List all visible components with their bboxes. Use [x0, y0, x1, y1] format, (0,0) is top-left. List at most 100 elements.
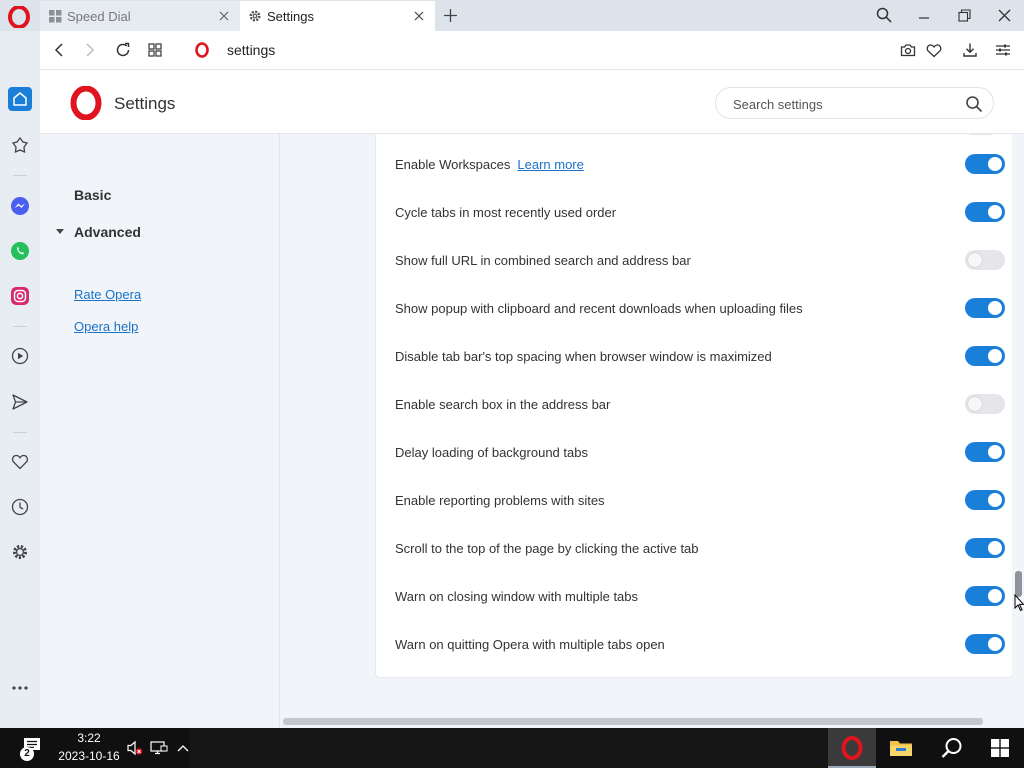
sidebar-separator — [13, 432, 27, 433]
setting-toggle[interactable] — [965, 490, 1005, 510]
plus-icon — [443, 8, 457, 22]
setting-toggle[interactable] — [965, 346, 1005, 366]
network-icon — [150, 741, 168, 755]
clock-time[interactable]: 3:22 — [60, 731, 118, 745]
taskbar-file-explorer-button[interactable] — [887, 734, 915, 762]
tab-search-button[interactable] — [870, 3, 898, 27]
setting-label-text: Show popup with clipboard and recent dow… — [395, 301, 803, 316]
tab-title: Speed Dial — [67, 8, 131, 24]
opera-logo-icon — [8, 5, 30, 29]
chevron-right-icon — [86, 43, 95, 57]
setting-toggle[interactable] — [965, 442, 1005, 462]
setting-toggle[interactable] — [965, 586, 1005, 606]
clock-icon — [11, 498, 29, 516]
search-icon[interactable] — [965, 95, 983, 113]
setting-label: Show popup with clipboard and recent dow… — [395, 301, 803, 316]
minimize-button[interactable] — [910, 3, 938, 27]
show-hidden-icons-button[interactable] — [172, 734, 194, 762]
setting-label-text: Enable Workspaces — [395, 157, 511, 172]
toggle-knob — [988, 445, 1002, 459]
sidebar-settings-button[interactable] — [8, 540, 32, 564]
setting-label: Enable Workspaces Learn more — [395, 157, 584, 172]
sidebar-instagram-button[interactable] — [8, 284, 32, 308]
restore-button[interactable] — [950, 3, 978, 27]
taskbar-wallpaper-area — [190, 728, 830, 768]
forward-button[interactable] — [79, 39, 101, 61]
nav-item-advanced[interactable]: Advanced — [55, 224, 141, 240]
opera-menu-button[interactable] — [8, 5, 30, 29]
close-icon[interactable] — [216, 8, 232, 24]
send-icon — [12, 394, 28, 410]
opera-help-link[interactable]: Opera help — [74, 319, 138, 334]
setting-row: Disable tab bar's top spacing when brows… — [376, 332, 1014, 380]
back-button[interactable] — [48, 39, 70, 61]
tab-speed-dial[interactable]: Speed Dial — [40, 1, 240, 31]
nav-item-basic[interactable]: Basic — [74, 187, 111, 203]
setting-row: Show popup with clipboard and recent dow… — [376, 284, 1014, 332]
setting-row: Enable reporting problems with sites — [376, 476, 1014, 524]
setting-row: Cycle tabs in most recently used order — [376, 188, 1014, 236]
restore-icon — [957, 8, 971, 22]
taskbar-opera-button[interactable] — [838, 734, 866, 762]
tab-settings[interactable]: Settings — [240, 1, 435, 31]
windows-logo-icon — [991, 739, 1009, 757]
volume-button[interactable] — [125, 734, 145, 762]
address-field[interactable]: settings — [227, 42, 275, 58]
snapshot-button[interactable] — [897, 39, 919, 61]
setting-label-text: Warn on closing window with multiple tab… — [395, 589, 639, 604]
opera-logo-icon — [70, 86, 102, 120]
setting-toggle[interactable] — [965, 634, 1005, 654]
toggle-knob — [988, 205, 1002, 219]
setting-row: Warn on closing window with multiple tab… — [376, 572, 1014, 620]
setting-toggle[interactable] — [965, 250, 1005, 270]
bookmark-button[interactable] — [923, 39, 945, 61]
start-button[interactable] — [986, 734, 1014, 762]
site-info-icon[interactable] — [191, 39, 213, 61]
sidebar-pinboards-button[interactable] — [8, 133, 32, 157]
taskbar-search-button[interactable] — [938, 734, 966, 762]
setting-toggle[interactable] — [965, 154, 1005, 174]
close-icon[interactable] — [411, 8, 427, 24]
sidebar — [0, 31, 40, 728]
nav-item-label: Advanced — [74, 224, 141, 240]
sidebar-more-button[interactable] — [8, 676, 32, 700]
toggle-knob — [988, 541, 1002, 555]
address-toolbar: settings — [40, 31, 1024, 70]
toggle-knob — [968, 253, 982, 267]
tab-title: Settings — [267, 8, 314, 24]
sidebar-player-button[interactable] — [8, 344, 32, 368]
sidebar-my-flow-button[interactable] — [8, 390, 32, 414]
opera-logo-icon — [195, 42, 209, 58]
new-tab-button[interactable] — [440, 5, 460, 25]
search-input[interactable] — [733, 94, 953, 114]
rate-opera-link[interactable]: Rate Opera — [74, 287, 141, 302]
page-title: Settings — [114, 94, 176, 113]
setting-row: Delay loading of background tabs — [376, 428, 1014, 476]
setting-toggle[interactable] — [965, 394, 1005, 414]
setting-toggle[interactable] — [965, 538, 1005, 558]
tab-overview-button[interactable] — [144, 39, 166, 61]
sidebar-bookmarks-button[interactable] — [8, 450, 32, 474]
network-button[interactable] — [148, 734, 170, 762]
sidebar-messenger-button[interactable] — [8, 194, 32, 218]
speed-dial-grid-icon — [48, 9, 62, 23]
downloads-button[interactable] — [959, 39, 981, 61]
notification-count-badge: 2 — [20, 747, 34, 761]
reload-button[interactable] — [112, 39, 134, 61]
learn-more-link[interactable]: Learn more — [517, 157, 583, 172]
setting-label-text: Enable search box in the address bar — [395, 397, 611, 412]
close-window-button[interactable] — [990, 3, 1018, 27]
vertical-scrollbar-track[interactable] — [1012, 134, 1024, 728]
horizontal-scrollbar-thumb[interactable] — [283, 718, 983, 725]
search-settings-box[interactable] — [715, 87, 994, 119]
sidebar-whatsapp-button[interactable] — [8, 239, 32, 263]
clock-date[interactable]: 2023-10-16 — [56, 749, 122, 763]
setting-toggle[interactable] — [965, 298, 1005, 318]
easy-setup-button[interactable] — [992, 39, 1014, 61]
setting-label: Delay loading of background tabs — [395, 445, 588, 460]
setting-row: Show full URL in combined search and add… — [376, 236, 1014, 284]
setting-row: Warn on quitting Opera with multiple tab… — [376, 620, 1014, 668]
sidebar-home-button[interactable] — [8, 87, 32, 111]
sidebar-history-button[interactable] — [8, 495, 32, 519]
setting-toggle[interactable] — [965, 202, 1005, 222]
